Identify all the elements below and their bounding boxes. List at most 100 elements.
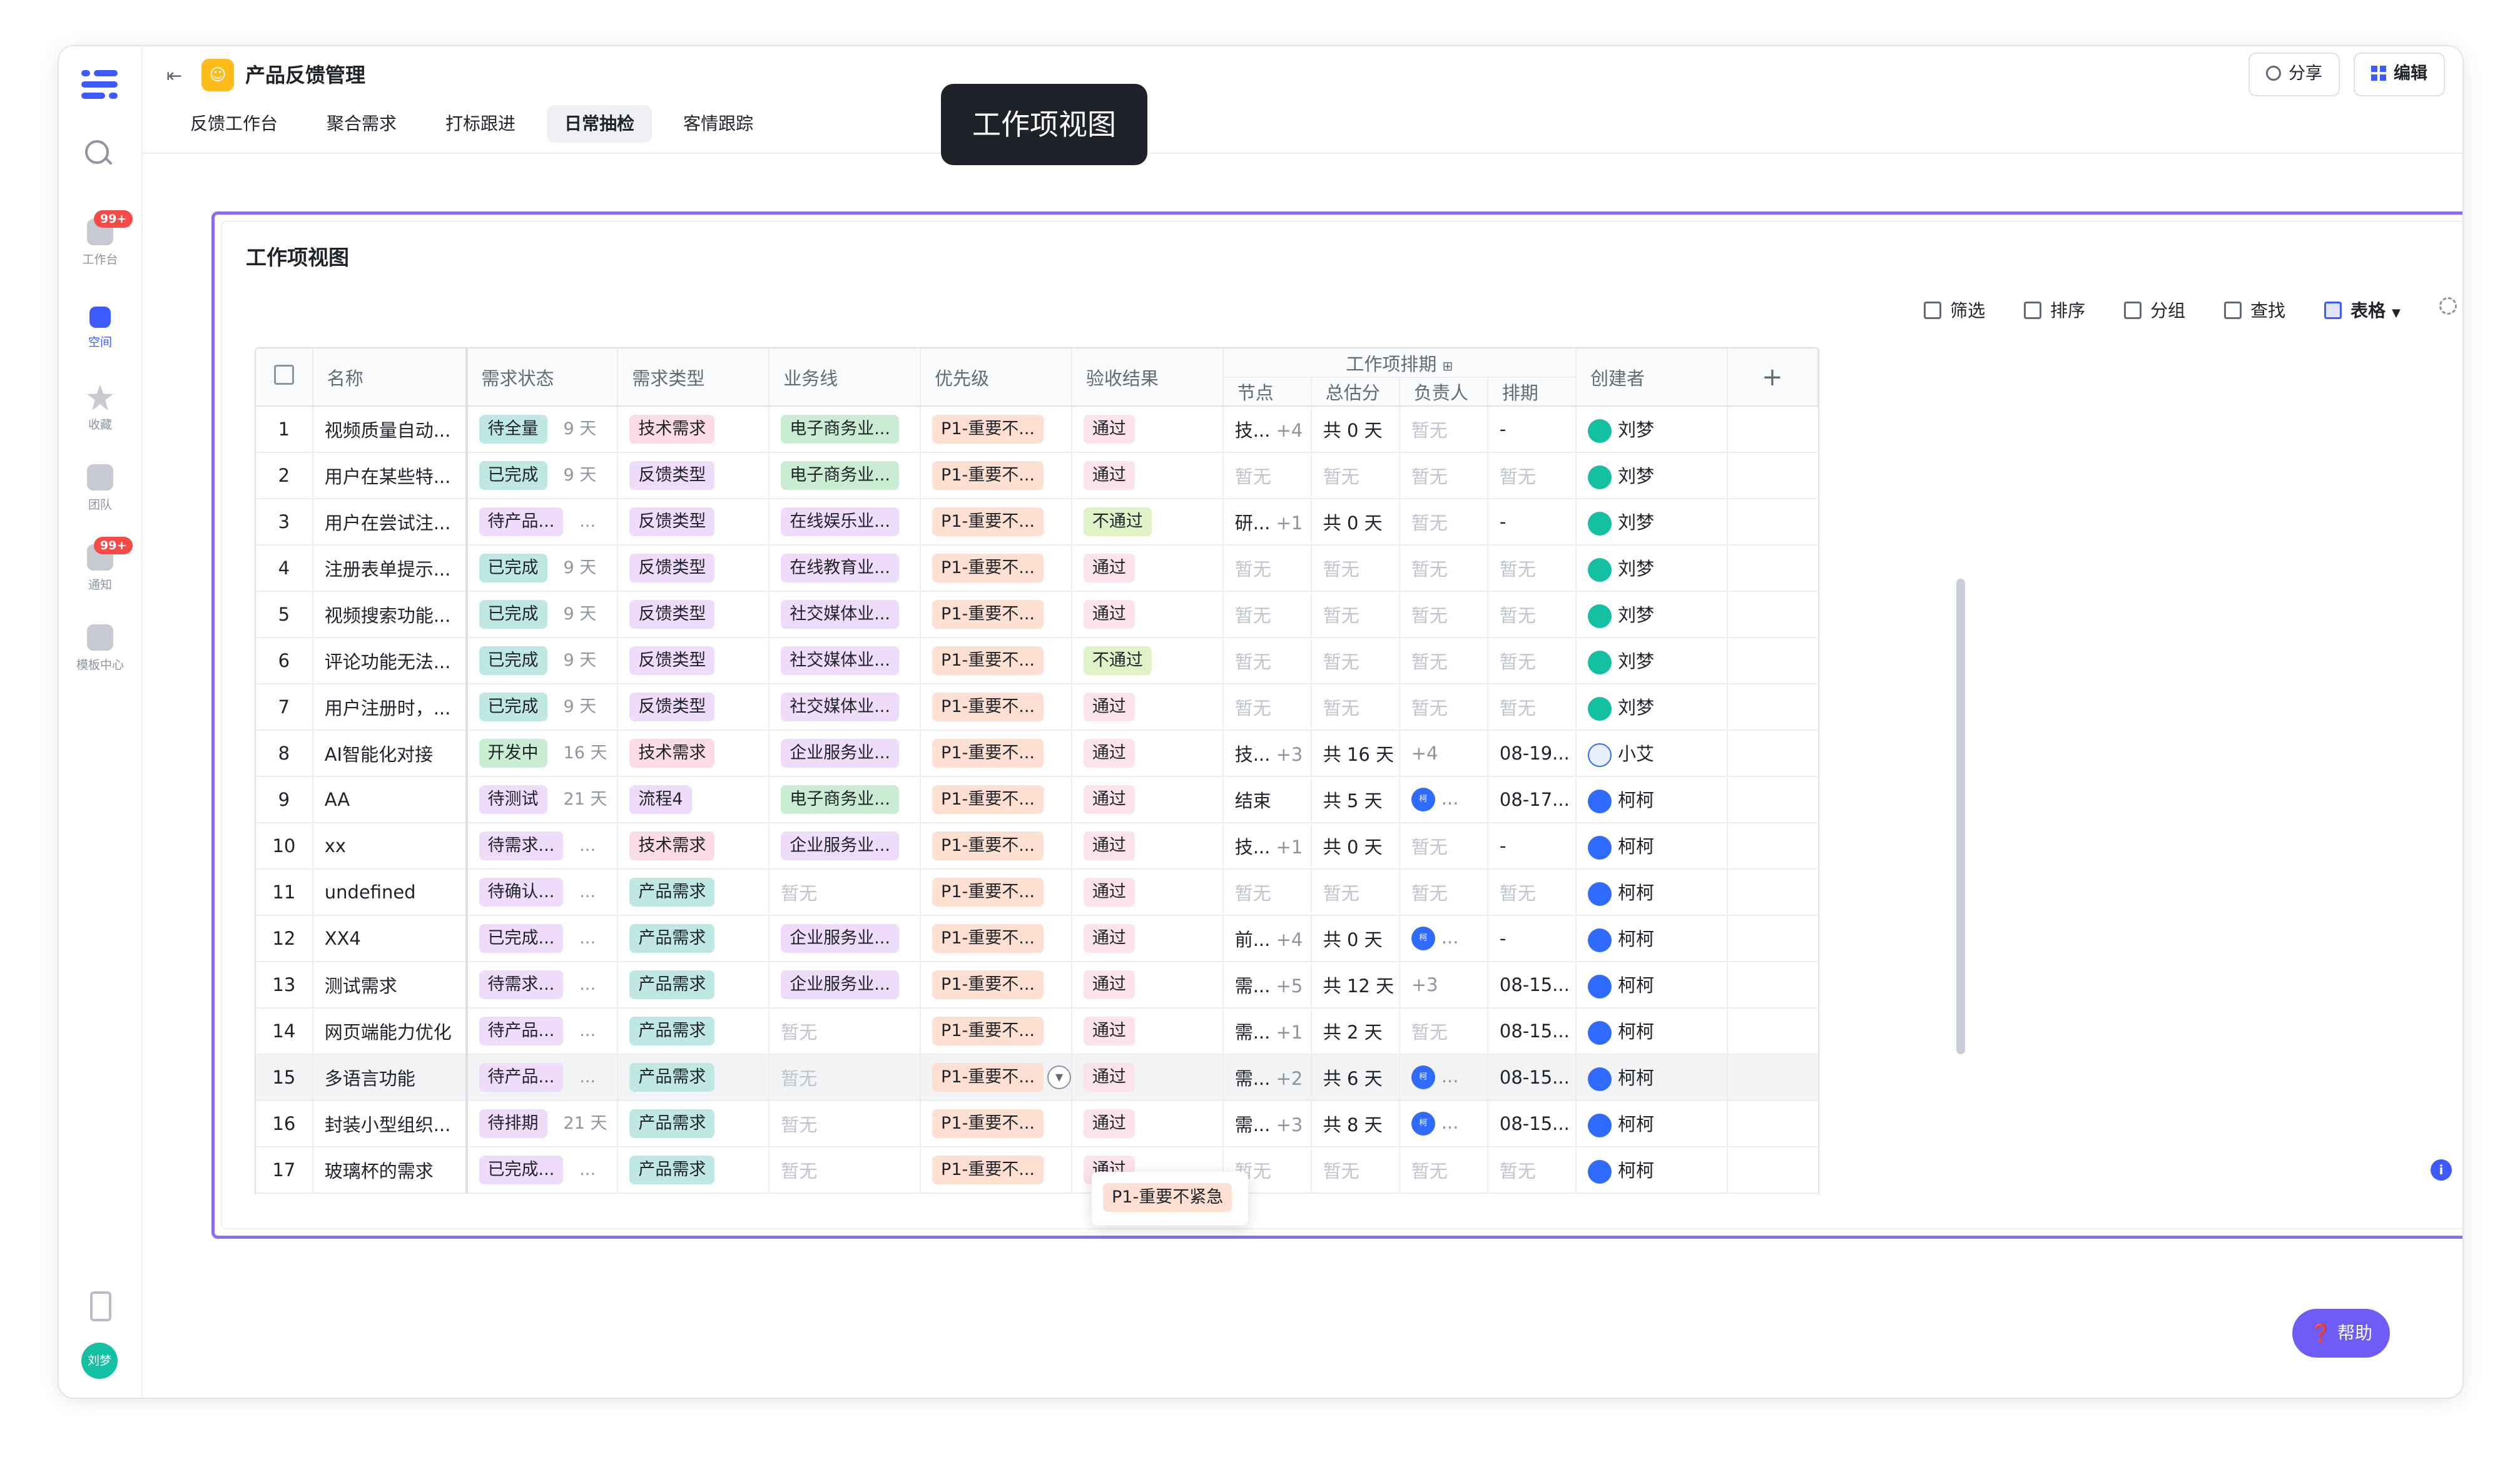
cell-estimate[interactable]: 共 0 天 bbox=[1311, 499, 1400, 546]
cell-estimate[interactable]: 共 16 天 bbox=[1311, 730, 1400, 777]
cell-status[interactable]: 待产品...... bbox=[465, 1054, 619, 1101]
cell-name[interactable]: 测试需求 bbox=[312, 962, 467, 1009]
cell-business[interactable]: 社交媒体业... bbox=[769, 684, 922, 731]
expand-icon[interactable]: ⊞ bbox=[1443, 358, 1453, 374]
header-business[interactable]: 业务线 bbox=[769, 348, 922, 407]
cell-creator[interactable]: 刘梦 bbox=[1575, 406, 1728, 453]
cell-status[interactable]: 待全量 9 天 bbox=[465, 406, 619, 453]
cell-schedule[interactable]: 暂无 bbox=[1487, 869, 1577, 916]
cell-node[interactable]: 需... +1 bbox=[1222, 1008, 1312, 1055]
cell-business[interactable]: 暂无 bbox=[769, 869, 922, 916]
cell-name[interactable]: 网页端能力优化 bbox=[312, 1008, 467, 1055]
cell-type[interactable]: 反馈类型 bbox=[617, 499, 770, 546]
app-logo[interactable] bbox=[81, 66, 118, 103]
cell-status[interactable]: 待确认...... bbox=[465, 869, 619, 916]
cell-result[interactable]: 通过 bbox=[1071, 684, 1224, 731]
cell-schedule[interactable]: 暂无 bbox=[1487, 452, 1577, 499]
table-row[interactable]: 16 封装小型组织... 待排期 21 天 产品需求 暂无 P1-重要不... 通过 需... … bbox=[256, 1100, 1817, 1147]
cell-creator[interactable]: 刘梦 bbox=[1575, 591, 1728, 638]
cell-business[interactable]: 电子商务业... bbox=[769, 406, 922, 453]
header-creator[interactable]: 创建者 bbox=[1575, 348, 1728, 407]
cell-owner[interactable]: 柯... bbox=[1399, 1100, 1488, 1147]
header-status[interactable]: 需求状态 bbox=[465, 348, 619, 407]
cell-result[interactable]: 通过 bbox=[1071, 1100, 1224, 1147]
sidebar-item-team[interactable]: 团队 bbox=[59, 464, 141, 512]
cell-node[interactable]: 暂无 bbox=[1222, 591, 1312, 638]
cell-owner[interactable]: +4 bbox=[1399, 730, 1488, 777]
cell-status[interactable]: 已完成 9 天 bbox=[465, 545, 619, 592]
cell-type[interactable]: 反馈类型 bbox=[617, 545, 770, 592]
priority-dropdown[interactable]: P1-重要不紧急 bbox=[1092, 1172, 1248, 1226]
cell-owner[interactable]: 柯... bbox=[1399, 1054, 1488, 1101]
collapse-sidebar-icon[interactable]: ⇤ bbox=[166, 65, 182, 87]
cell-result[interactable]: 通过 bbox=[1071, 915, 1224, 962]
table-row[interactable]: 10 xx 待需求...... 技术需求 企业服务业... P1-重要不... 通过 技...… bbox=[256, 823, 1817, 870]
priority-option[interactable]: P1-重要不紧急 bbox=[1103, 1183, 1232, 1212]
cell-result[interactable]: 不通过 bbox=[1071, 499, 1224, 546]
cell-priority[interactable]: P1-重要不... bbox=[920, 730, 1072, 777]
cell-node[interactable]: 暂无 bbox=[1222, 684, 1312, 731]
cell-status[interactable]: 已完成 9 天 bbox=[465, 452, 619, 499]
cell-priority[interactable]: P1-重要不... bbox=[920, 545, 1072, 592]
cell-type[interactable]: 产品需求 bbox=[617, 1100, 770, 1147]
table-row[interactable]: 8 AI智能化对接 开发中 16 天 技术需求 企业服务业... P1-重要不... 通过 技.… bbox=[256, 730, 1817, 777]
cell-estimate[interactable]: 共 5 天 bbox=[1311, 776, 1400, 823]
cell-node[interactable]: 技... +4 bbox=[1222, 406, 1312, 453]
cell-type[interactable]: 流程4 bbox=[617, 776, 770, 823]
cell-schedule[interactable]: 08-17... bbox=[1487, 776, 1577, 823]
find-button[interactable]: 查找 bbox=[2224, 297, 2285, 322]
cell-schedule[interactable]: 暂无 bbox=[1487, 545, 1577, 592]
cell-type[interactable]: 反馈类型 bbox=[617, 638, 770, 684]
tab-tagging-followup[interactable]: 打标跟进 bbox=[428, 105, 533, 143]
cell-type[interactable]: 技术需求 bbox=[617, 823, 770, 870]
cell-priority[interactable]: P1-重要不... bbox=[920, 1147, 1072, 1194]
cell-creator[interactable]: 柯柯 bbox=[1575, 1100, 1728, 1147]
cell-schedule[interactable]: - bbox=[1487, 406, 1577, 453]
cell-node[interactable]: 结束 bbox=[1222, 776, 1312, 823]
cell-priority[interactable]: P1-重要不... bbox=[920, 962, 1072, 1009]
cell-creator[interactable]: 柯柯 bbox=[1575, 823, 1728, 870]
cell-type[interactable]: 反馈类型 bbox=[617, 684, 770, 731]
cell-status[interactable]: 待需求...... bbox=[465, 962, 619, 1009]
cell-type[interactable]: 反馈类型 bbox=[617, 452, 770, 499]
cell-business[interactable]: 企业服务业... bbox=[769, 730, 922, 777]
cell-node[interactable]: 需... +3 bbox=[1222, 1100, 1312, 1147]
cell-owner[interactable]: 暂无 bbox=[1399, 869, 1488, 916]
select-all-checkbox[interactable] bbox=[273, 365, 294, 385]
cell-priority[interactable]: P1-重要不... bbox=[920, 776, 1072, 823]
cell-creator[interactable]: 柯柯 bbox=[1575, 962, 1728, 1009]
tab-daily-inspection[interactable]: 日常抽检 bbox=[547, 105, 653, 143]
group-button[interactable]: 分组 bbox=[2124, 297, 2185, 322]
cell-priority[interactable]: P1-重要不... bbox=[920, 406, 1072, 453]
cell-owner[interactable]: 柯... bbox=[1399, 915, 1488, 962]
cell-node[interactable]: 暂无 bbox=[1222, 638, 1312, 684]
cell-business[interactable]: 在线教育业... bbox=[769, 545, 922, 592]
table-row[interactable]: 11 undefined 待确认...... 产品需求 暂无 P1-重要不... 通过 暂无 … bbox=[256, 869, 1817, 916]
cell-priority[interactable]: P1-重要不... bbox=[920, 1100, 1072, 1147]
cell-owner[interactable]: 暂无 bbox=[1399, 591, 1488, 638]
sidebar-item-templates[interactable]: 模板中心 bbox=[59, 624, 141, 673]
cell-result[interactable]: 通过 bbox=[1071, 452, 1224, 499]
cell-schedule[interactable]: - bbox=[1487, 823, 1577, 870]
cell-estimate[interactable]: 共 0 天 bbox=[1311, 406, 1400, 453]
header-priority[interactable]: 优先级 bbox=[920, 348, 1072, 407]
cell-result[interactable]: 通过 bbox=[1071, 962, 1224, 1009]
cell-business[interactable]: 暂无 bbox=[769, 1100, 922, 1147]
chevron-down-icon[interactable]: ▼ bbox=[1047, 1065, 1070, 1089]
info-icon[interactable]: i bbox=[2431, 1159, 2452, 1181]
cell-priority[interactable]: P1-重要不... bbox=[920, 452, 1072, 499]
table-row[interactable]: 2 用户在某些特... 已完成 9 天 反馈类型 电子商务业... P1-重要不... 通过 暂… bbox=[256, 452, 1817, 499]
cell-type[interactable]: 产品需求 bbox=[617, 869, 770, 916]
mobile-icon[interactable] bbox=[90, 1291, 111, 1321]
table-row[interactable]: 3 用户在尝试注... 待产品...... 反馈类型 在线娱乐业... P1-重要不...… bbox=[256, 499, 1817, 546]
cell-estimate[interactable]: 共 12 天 bbox=[1311, 962, 1400, 1009]
cell-creator[interactable]: 刘梦 bbox=[1575, 638, 1728, 684]
cell-owner[interactable]: 暂无 bbox=[1399, 452, 1488, 499]
cell-node[interactable]: 需... +2 bbox=[1222, 1054, 1312, 1101]
cell-creator[interactable]: 柯柯 bbox=[1575, 1008, 1728, 1055]
cell-priority[interactable]: P1-重要不... bbox=[920, 823, 1072, 870]
cell-result[interactable]: 通过 bbox=[1071, 406, 1224, 453]
cell-status[interactable]: 已完成...... bbox=[465, 915, 619, 962]
cell-type[interactable]: 技术需求 bbox=[617, 406, 770, 453]
cell-creator[interactable]: 小艾 bbox=[1575, 730, 1728, 777]
